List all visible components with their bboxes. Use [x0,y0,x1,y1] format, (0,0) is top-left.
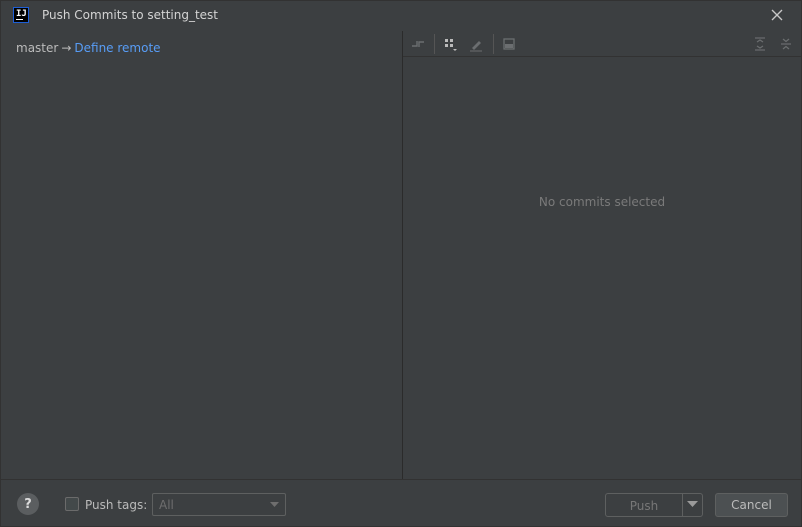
group-by-icon[interactable] [442,35,460,53]
collapse-all-icon[interactable] [777,35,795,53]
push-button[interactable]: Push [605,493,703,517]
commits-tree-panel[interactable]: master → Define remote [1,31,402,479]
chevron-down-icon [270,502,279,507]
empty-state-message: No commits selected [538,195,666,209]
arrow-icon: → [61,41,72,55]
details-toolbar [403,31,801,57]
collapse-icon[interactable] [409,35,427,53]
commit-details-panel: No commits selected [403,31,801,479]
logo-text: IJ [16,9,27,19]
preview-icon[interactable] [500,35,518,53]
dialog-title: Push Commits to setting_test [42,8,219,22]
branch-row[interactable]: master → Define remote [16,41,161,55]
push-button-label: Push [629,499,659,513]
close-icon [771,9,783,21]
bottom-divider [1,479,801,480]
title-bar: IJ Push Commits to setting_test [1,1,801,31]
tags-select-value: All [159,498,174,512]
help-button[interactable]: ? [17,493,39,515]
define-remote-link[interactable]: Define remote [74,41,160,55]
local-branch: master [16,41,59,55]
push-tags-checkbox[interactable] [65,497,79,511]
edit-icon[interactable] [467,35,485,53]
expand-all-icon[interactable] [751,35,769,53]
cancel-button[interactable]: Cancel [715,493,788,517]
close-button[interactable] [769,7,785,23]
push-dialog: IJ Push Commits to setting_test master → D… [0,0,802,527]
chevron-down-icon[interactable] [687,501,698,508]
tags-select[interactable]: All [152,493,286,516]
intellij-logo-icon: IJ [13,7,29,23]
push-tags-label[interactable]: Push tags: [85,498,147,512]
